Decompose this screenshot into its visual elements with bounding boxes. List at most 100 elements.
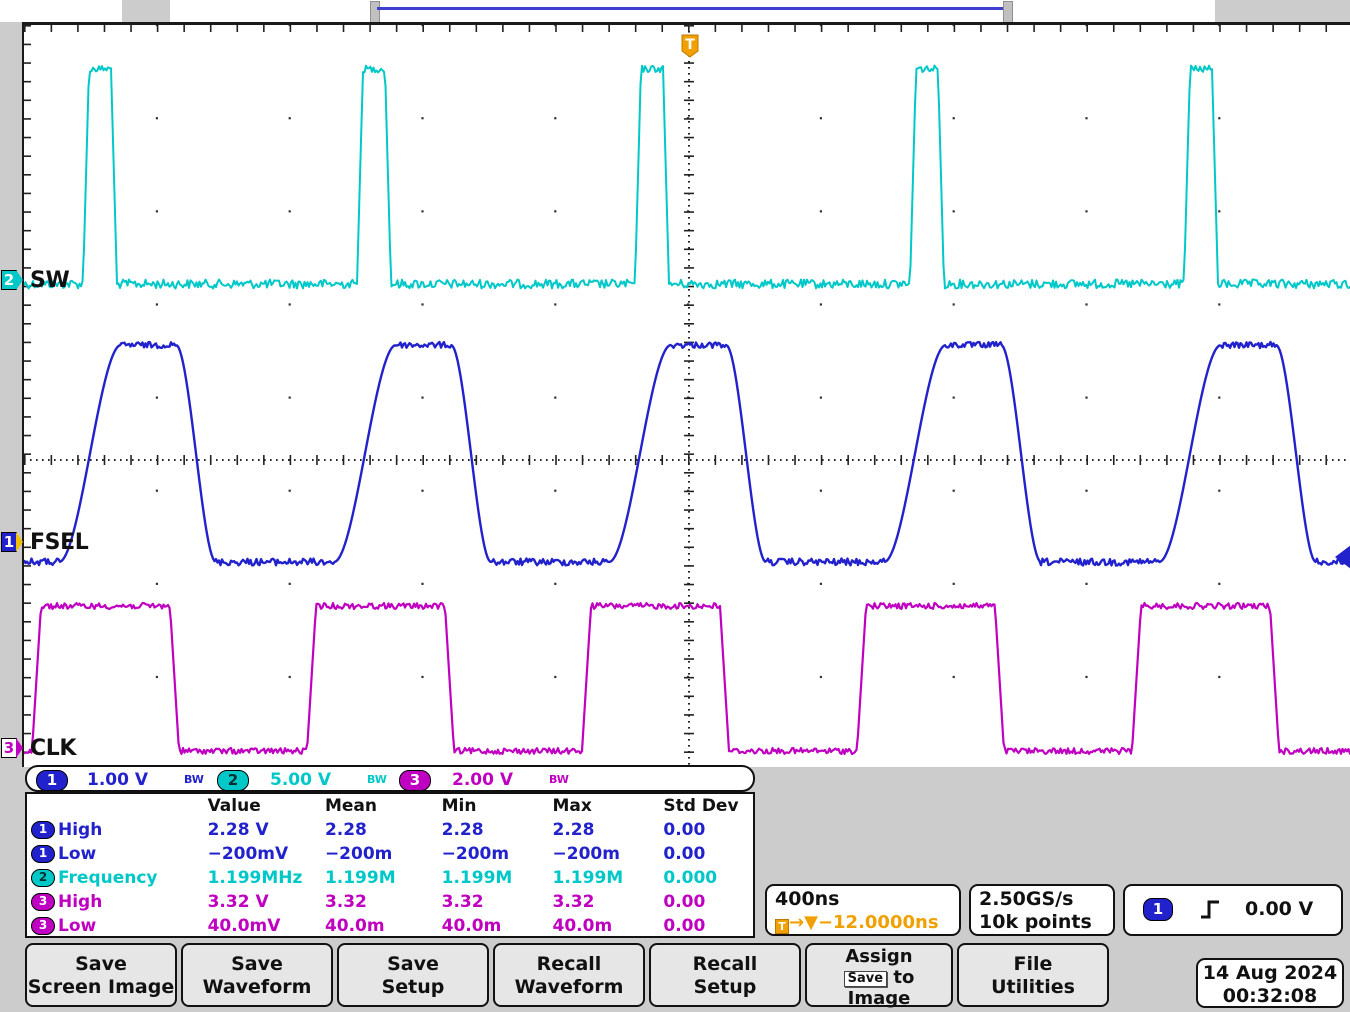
channel-marker-3[interactable]: 3: [1, 738, 23, 760]
measurement-header-label: [27, 794, 208, 818]
measurement-source-1-low: 1 Low: [27, 842, 208, 866]
channel-2-badge[interactable]: 2: [217, 770, 249, 791]
channel-1-scale[interactable]: 1.00 V: [87, 770, 148, 790]
trigger-delay-arrows: →▼: [789, 912, 818, 933]
horizontal-position-bar[interactable]: [0, 0, 1350, 23]
trigger-level[interactable]: 0.00 V: [1245, 898, 1313, 920]
channel-1-badge[interactable]: 1: [36, 770, 68, 791]
save-waveform-button[interactable]: Save Waveform: [181, 943, 333, 1007]
acquisition-box[interactable]: 2.50GS/s 10k points: [969, 884, 1115, 936]
measurement-mean: 1.199M: [324, 868, 396, 888]
date-text: 14 Aug 2024: [1202, 962, 1338, 984]
channel-scale-bar[interactable]: 1 1.00 V BW 2 5.00 V BW 3 2.00 V BW: [25, 765, 755, 792]
measurement-row[interactable]: 1 Low −200mV −200m −200m −200m 0.00: [27, 842, 753, 866]
measurement-value: 1.199MHz: [207, 868, 303, 888]
channel-marker-2-number: 2: [3, 271, 15, 289]
recall-setup-line1: Recall: [692, 953, 758, 975]
measurement-header-std-dev: Std Dev: [663, 796, 739, 816]
file-utilities-button[interactable]: File Utilities: [957, 943, 1109, 1007]
measurement-source-2-frequency: 2 Frequency: [27, 866, 208, 890]
time-text: 00:32:08: [1222, 985, 1318, 1007]
save-screen-image-line1: Save: [75, 953, 127, 975]
channel-2-scale[interactable]: 5.00 V: [270, 770, 331, 790]
measurement-row[interactable]: 3 High 3.32 V 3.32 3.32 3.32 0.00: [27, 890, 753, 914]
measurement-name: Low: [58, 844, 97, 864]
measurement-max: 40.0m: [552, 916, 613, 936]
measurement-row[interactable]: 3 Low 40.0mV 40.0m 40.0m 40.0m 0.00: [27, 914, 753, 938]
measurement-name: Low: [58, 916, 97, 936]
measurement-value: 2.28 V: [207, 820, 269, 840]
position-bar-indicator: [377, 7, 1004, 10]
svg-text:T: T: [685, 37, 695, 53]
recall-setup-button[interactable]: Recall Setup: [649, 943, 801, 1007]
save-setup-line2: Setup: [381, 976, 445, 998]
measurement-min: 1.199M: [441, 868, 513, 888]
measurement-source-3-low: 3 Low: [27, 914, 208, 938]
file-utilities-line2: Utilities: [991, 976, 1075, 998]
trigger-slope-rising-icon: [1199, 897, 1221, 926]
waveform-display[interactable]: T T: [22, 22, 1350, 767]
measurement-min: 2.28: [441, 820, 484, 840]
measurement-row[interactable]: 1 High 2.28 V 2.28 2.28 2.28 0.00: [27, 818, 753, 842]
channel-marker-2[interactable]: 2: [1, 270, 23, 292]
trigger-box[interactable]: 1 0.00 V: [1123, 884, 1343, 936]
measurement-mean: 2.28: [324, 820, 367, 840]
measurement-source-1-high: 1 High: [27, 818, 208, 842]
position-bar-right-shade: [1215, 0, 1350, 22]
assign-save-to-image-button[interactable]: Assign Save to Image: [805, 943, 953, 1009]
measurement-name: Frequency: [58, 868, 158, 888]
position-bar-handle-left[interactable]: [370, 1, 380, 23]
position-bar-left-shade: [122, 0, 170, 22]
assign-line3: Image: [847, 988, 911, 1009]
assign-line2: Save to: [807, 967, 951, 988]
graticule-and-traces: [24, 25, 1350, 767]
timebase-delay-row: T →▼−12.0000ns: [775, 911, 939, 934]
trigger-marker-top[interactable]: T: [679, 25, 701, 27]
timebase-delay-value: −12.0000ns: [817, 912, 939, 933]
channel-3-scale[interactable]: 2.00 V: [452, 770, 513, 790]
channel-marker-1-number: 1: [3, 533, 15, 551]
channel-2-bw-icon: BW: [367, 773, 387, 786]
measurement-table[interactable]: Value Mean Min Max Std Dev 1 High 2.28 V 2.28 2.2…: [25, 792, 755, 938]
timebase-scale: 400ns: [775, 888, 840, 910]
graticule-grid: [24, 25, 1328, 753]
bottom-menu-bar: Save Screen Image Save Waveform Save Set…: [0, 940, 1350, 1012]
measurement-min: −200m: [441, 844, 510, 864]
measurement-std: 0.00: [663, 916, 706, 936]
channel-marker-1-tip: [16, 532, 23, 552]
measurement-name: High: [58, 892, 103, 912]
channel-marker-rail: [0, 22, 22, 767]
channel-marker-2-tip: [16, 270, 23, 290]
assign-line1: Assign: [845, 946, 913, 967]
measurement-channel-badge: 2: [31, 869, 55, 887]
channel-3-bw-icon: BW: [549, 773, 569, 786]
measurement-value: −200mV: [207, 844, 289, 864]
measurement-header-max: Max: [552, 796, 592, 816]
channel-3-badge[interactable]: 3: [399, 770, 431, 791]
measurement-std: 0.000: [663, 868, 718, 888]
trigger-source-badge[interactable]: 1: [1143, 898, 1173, 921]
save-screen-image-button[interactable]: Save Screen Image: [25, 943, 177, 1007]
measurement-channel-badge: 3: [31, 917, 55, 935]
datetime-box: 14 Aug 2024 00:32:08: [1196, 958, 1344, 1008]
save-waveform-line1: Save: [231, 953, 283, 975]
measurement-row[interactable]: 2 Frequency 1.199MHz 1.199M 1.199M 1.199M 0.00…: [27, 866, 753, 890]
measurement-channel-badge: 1: [31, 821, 55, 839]
measurement-max: 2.28: [552, 820, 595, 840]
measurement-channel-badge: 3: [31, 893, 55, 911]
record-length: 10k points: [979, 911, 1092, 933]
channel-marker-3-tip: [16, 738, 23, 758]
save-setup-button[interactable]: Save Setup: [337, 943, 489, 1007]
recall-waveform-button[interactable]: Recall Waveform: [493, 943, 645, 1007]
timebase-box[interactable]: 400ns T →▼−12.0000ns: [765, 884, 961, 936]
trigger-marker-bottom[interactable]: T: [679, 33, 701, 59]
channel-label-sw: SW: [30, 268, 70, 293]
position-bar-handle-right[interactable]: [1003, 1, 1013, 23]
measurement-name: High: [58, 820, 103, 840]
position-bar-track[interactable]: [170, 0, 1216, 22]
measurement-std: 0.00: [663, 892, 706, 912]
measurement-mean: 40.0m: [324, 916, 385, 936]
channel-marker-1[interactable]: 1: [1, 532, 23, 554]
measurement-grid: Value Mean Min Max Std Dev 1 High 2.28 V 2.28 2.2…: [27, 794, 753, 938]
recall-waveform-line1: Recall: [536, 953, 602, 975]
